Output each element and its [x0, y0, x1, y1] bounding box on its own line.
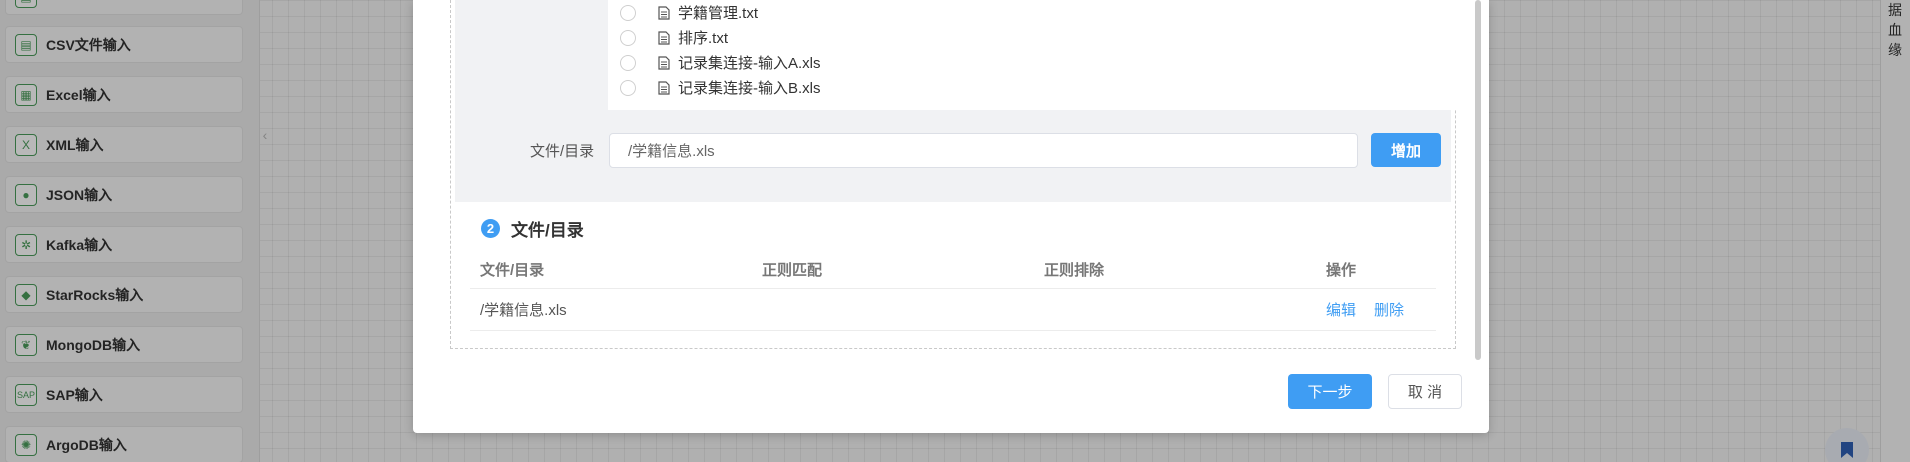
table-header-regex-match: 正则匹配 — [762, 262, 823, 279]
step-number-badge: 2 — [481, 219, 500, 238]
document-icon — [658, 55, 670, 70]
add-button[interactable]: 增加 — [1371, 133, 1441, 167]
file-list-item[interactable]: 记录集连接-输入B.xls — [608, 75, 1470, 100]
modal-scrollbar[interactable] — [1475, 0, 1481, 360]
document-icon — [658, 80, 670, 95]
edit-link[interactable]: 编辑 — [1326, 299, 1356, 320]
cancel-button[interactable]: 取 消 — [1388, 374, 1462, 409]
file-name: 记录集连接-输入A.xls — [678, 55, 821, 72]
delete-link[interactable]: 删除 — [1374, 299, 1404, 320]
document-icon — [658, 5, 670, 20]
file-radio[interactable] — [620, 4, 636, 21]
file-name: 记录集连接-输入B.xls — [678, 80, 821, 97]
file-radio[interactable] — [620, 29, 636, 46]
file-radio[interactable] — [620, 79, 636, 96]
table-row-divider — [470, 330, 1436, 331]
file-name: 学籍管理.txt — [678, 5, 759, 22]
section-title: 文件/目录 — [511, 221, 584, 240]
cell-path: /学籍信息.xls — [480, 302, 567, 319]
file-radio[interactable] — [620, 54, 636, 71]
document-icon — [658, 30, 670, 45]
file-select-panel: 学籍管理.txt 排序.txt 记录集连接-输入A.xls 记录集连接-输入B.… — [455, 0, 1470, 202]
file-list-item[interactable]: 学籍管理.txt — [608, 0, 1470, 25]
table-header-regex-exclude: 正则排除 — [1044, 262, 1105, 279]
file-list-item[interactable]: 记录集连接-输入A.xls — [608, 50, 1470, 75]
table-header-divider — [470, 288, 1436, 289]
file-input-dialog: 学籍管理.txt 排序.txt 记录集连接-输入A.xls 记录集连接-输入B.… — [413, 0, 1489, 433]
next-step-button[interactable]: 下一步 — [1288, 374, 1372, 409]
file-name: 排序.txt — [678, 30, 729, 47]
file-list: 学籍管理.txt 排序.txt 记录集连接-输入A.xls 记录集连接-输入B.… — [608, 0, 1470, 110]
table-header-actions: 操作 — [1326, 262, 1357, 279]
table-header-path: 文件/目录 — [480, 262, 545, 279]
file-list-item[interactable]: 排序.txt — [608, 25, 1470, 50]
dir-input[interactable] — [609, 133, 1358, 168]
dir-field-label: 文件/目录 — [530, 143, 595, 160]
